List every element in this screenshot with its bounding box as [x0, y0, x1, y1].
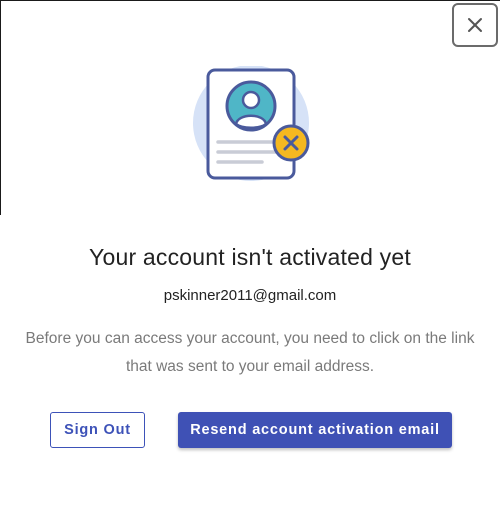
page-border-top: [0, 0, 500, 1]
close-button[interactable]: [452, 3, 498, 47]
activation-message: Before you can access your account, you …: [25, 330, 475, 375]
inactive-account-document-icon: [193, 66, 310, 181]
account-email: pskinner2011@gmail.com: [163, 287, 337, 304]
resend-activation-email-button[interactable]: Resend account activation email: [178, 412, 452, 448]
close-icon: [468, 18, 482, 32]
avatar-body: [234, 114, 268, 129]
dialog-title: Your account isn't activated yet: [89, 244, 411, 270]
page-border-left: [0, 0, 1, 215]
sign-out-button[interactable]: Sign Out: [50, 412, 145, 448]
avatar-head: [241, 90, 261, 110]
